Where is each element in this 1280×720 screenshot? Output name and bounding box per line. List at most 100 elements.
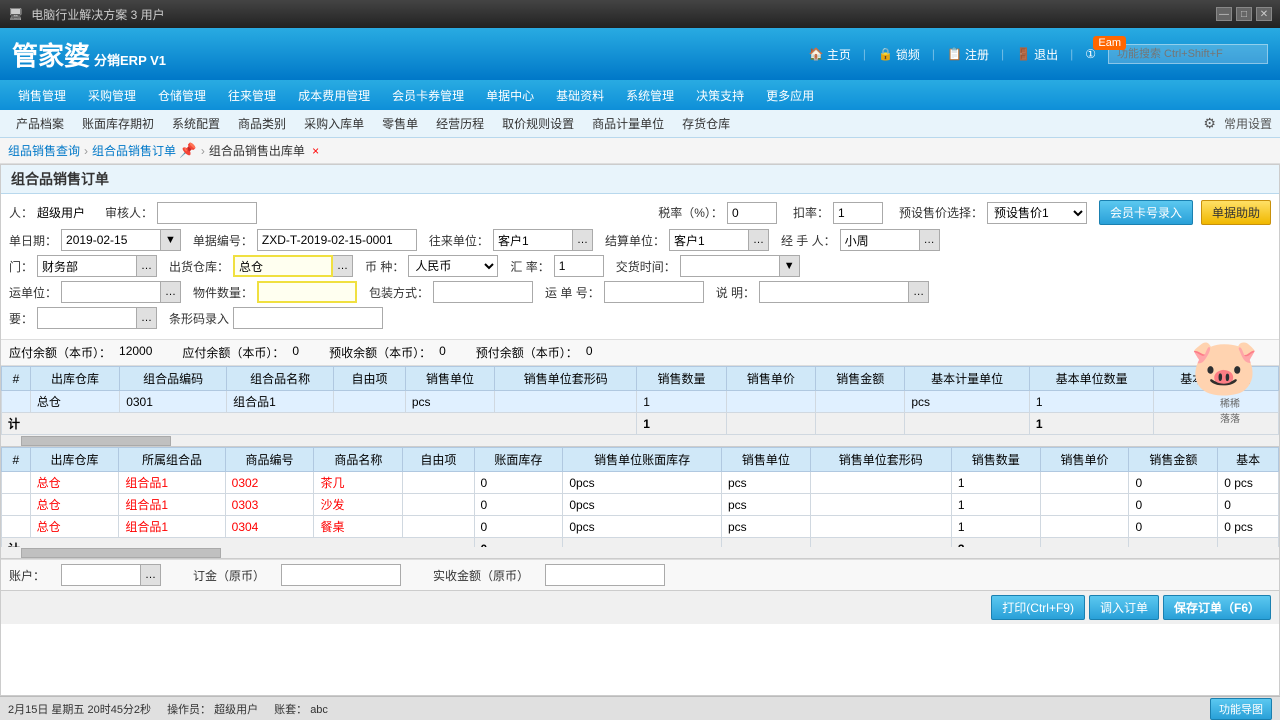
handler-input[interactable] <box>840 229 920 251</box>
subnav-account[interactable]: 账面库存期初 <box>74 112 162 135</box>
parts-input[interactable] <box>257 281 357 303</box>
exchange-input[interactable] <box>554 255 604 277</box>
save-btn[interactable]: 保存订单（F6） <box>1163 595 1271 620</box>
dept-input[interactable] <box>37 255 137 277</box>
action-buttons: 打印(Ctrl+F9) 调入订单 保存订单（F6） <box>1 590 1279 624</box>
cell-qty: 1 <box>637 391 726 413</box>
ship-no-label: 运 单 号： <box>545 284 600 301</box>
subnav-config[interactable]: 系统配置 <box>164 112 228 135</box>
nav-voucher[interactable]: 单据中心 <box>476 83 544 108</box>
bottom-table-row[interactable]: 总仓 组合品1 0303 沙发 0 0pcs pcs 1 0 0 <box>2 494 1279 516</box>
function-map-btn[interactable]: 功能导图 <box>1210 698 1272 720</box>
warehouse-btn[interactable]: … <box>333 255 353 277</box>
shipping-btn[interactable]: … <box>161 281 181 303</box>
nav-purchase[interactable]: 采购管理 <box>78 83 146 108</box>
nav-sales[interactable]: 销售管理 <box>8 83 76 108</box>
dept-btn[interactable]: … <box>137 255 157 277</box>
discount-input[interactable] <box>833 202 883 224</box>
subnav-unit[interactable]: 商品计量单位 <box>584 112 672 135</box>
title-text: 电脑行业解决方案 3 用户 <box>31 6 164 23</box>
warehouse-input[interactable] <box>233 255 333 277</box>
shipping-input[interactable] <box>61 281 161 303</box>
scroll-thumb[interactable] <box>21 436 171 446</box>
subnav-product[interactable]: 产品档案 <box>8 112 72 135</box>
require-input[interactable] <box>37 307 137 329</box>
settlement-input[interactable] <box>669 229 749 251</box>
ship-no-input[interactable] <box>604 281 704 303</box>
maximize-btn[interactable]: □ <box>1236 7 1252 21</box>
bottom-table-scrollbar[interactable] <box>1 547 1279 559</box>
breadcrumb-item-1[interactable]: 组品销售查询 <box>8 142 80 159</box>
table-row[interactable]: 总仓 0301 组合品1 pcs 1 pcs 1 <box>2 391 1279 413</box>
account-input[interactable] <box>61 564 141 586</box>
barcode-input[interactable] <box>233 307 383 329</box>
register-link[interactable]: 📋 注册 <box>947 46 989 63</box>
bottom-table-row[interactable]: 总仓 组合品1 0302 茶几 0 0pcs pcs 1 0 0 pcs <box>2 472 1279 494</box>
handler-btn[interactable]: … <box>920 229 940 251</box>
order-input[interactable] <box>281 564 401 586</box>
subnav-history[interactable]: 经营历程 <box>428 112 492 135</box>
nav-warehouse[interactable]: 仓储管理 <box>148 83 216 108</box>
trade-time-input[interactable] <box>680 255 780 277</box>
top-table-container: # 出库仓库 组合品编码 组合品名称 自由项 销售单位 销售单位套形码 销售数量… <box>1 366 1279 435</box>
nav-cost[interactable]: 成本费用管理 <box>288 83 380 108</box>
nav-member[interactable]: 会员卡券管理 <box>382 83 474 108</box>
account-btn[interactable]: … <box>141 564 161 586</box>
print-btn[interactable]: 打印(Ctrl+F9) <box>991 595 1085 620</box>
subnav-stock[interactable]: 存货仓库 <box>674 112 738 135</box>
minimize-btn[interactable]: — <box>1216 7 1232 21</box>
subnav-pricing[interactable]: 取价规则设置 <box>494 112 582 135</box>
top-table-scrollbar[interactable] <box>1 435 1279 447</box>
account-container: … <box>61 564 161 586</box>
discount-label: 扣率： <box>793 204 829 221</box>
nav-transactions[interactable]: 往来管理 <box>218 83 286 108</box>
breadcrumb-close-icon[interactable]: × <box>312 144 319 158</box>
scroll-thumb-2[interactable] <box>21 548 221 558</box>
nav-more[interactable]: 更多应用 <box>756 83 824 108</box>
settings-label[interactable]: 常用设置 <box>1224 115 1272 132</box>
nav-system[interactable]: 系统管理 <box>616 83 684 108</box>
received-input[interactable] <box>545 564 665 586</box>
bottom-table-row[interactable]: 总仓 组合品1 0304 餐桌 0 0pcs pcs 1 0 0 pcs <box>2 516 1279 538</box>
nav-basic[interactable]: 基础资料 <box>546 83 614 108</box>
breadcrumb-item-2[interactable]: 组合品销售订单 📌 <box>92 142 197 159</box>
b-col-base: 基本 <box>1218 448 1279 472</box>
status-right: 功能导图 <box>1210 698 1272 720</box>
settings-icon[interactable]: ⚙ <box>1203 115 1216 132</box>
trade-time-btn[interactable]: ▼ <box>780 255 800 277</box>
note-input[interactable] <box>759 281 909 303</box>
tax-rate-input[interactable] <box>727 202 777 224</box>
mascot-text: 稀稀落落 <box>1190 395 1270 425</box>
nav-decision[interactable]: 决策支持 <box>686 83 754 108</box>
subnav-category[interactable]: 商品类别 <box>230 112 294 135</box>
require-btn[interactable]: … <box>137 307 157 329</box>
pack-input[interactable] <box>433 281 533 303</box>
to-unit-input[interactable] <box>493 229 573 251</box>
date-picker-btn[interactable]: ▼ <box>161 229 181 251</box>
number-input[interactable] <box>257 229 417 251</box>
lock-link[interactable]: 🔒 锁频 <box>878 46 920 63</box>
mascot: 🐷 稀稀落落 <box>1190 340 1270 440</box>
currency-select[interactable]: 人民币 <box>408 255 498 277</box>
b-col-free: 自由项 <box>403 448 474 472</box>
note-btn[interactable]: … <box>909 281 929 303</box>
note-container: … <box>759 281 929 303</box>
price-select[interactable]: 预设售价1 <box>987 202 1087 224</box>
audit-input[interactable] <box>157 202 257 224</box>
col-combo-name: 组合品名称 <box>227 367 334 391</box>
import-btn[interactable]: 调入订单 <box>1089 595 1159 620</box>
settlement-btn[interactable]: … <box>749 229 769 251</box>
to-unit-btn[interactable]: … <box>573 229 593 251</box>
bottom-table: # 出库仓库 所属组合品 商品编号 商品名称 自由项 账面库存 销售单位账面库存… <box>1 447 1279 547</box>
home-link[interactable]: 🏠 主页 <box>809 46 851 63</box>
subnav-retail[interactable]: 零售单 <box>374 112 426 135</box>
exit-link[interactable]: 🚪 退出 <box>1016 46 1058 63</box>
search-input[interactable] <box>1108 44 1268 64</box>
date-input[interactable] <box>61 229 161 251</box>
assist-btn[interactable]: 单据助助 <box>1201 200 1271 225</box>
close-btn[interactable]: ✕ <box>1256 7 1272 21</box>
subnav-purchase-in[interactable]: 采购入库单 <box>296 112 372 135</box>
member-card-btn[interactable]: 会员卡号录入 <box>1099 200 1193 225</box>
b-col-price: 销售单价 <box>1040 448 1129 472</box>
tax-rate-label: 税率（%）： <box>658 204 723 221</box>
